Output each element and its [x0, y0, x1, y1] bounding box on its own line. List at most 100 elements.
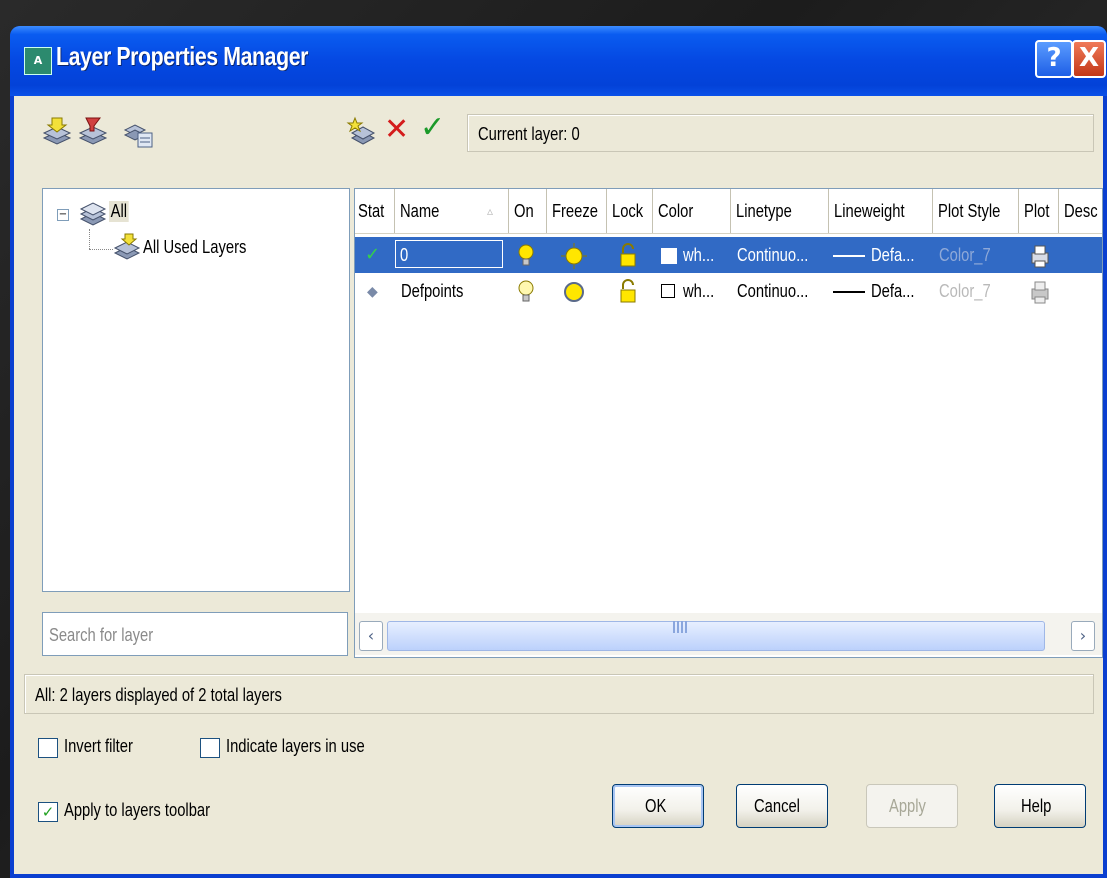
lineweight-sample: [833, 291, 865, 293]
status-bar: All: 2 layers displayed of 2 total layer…: [24, 674, 1094, 714]
plotstyle-cell: Color_7: [939, 273, 1002, 309]
status-text: All: 2 layers displayed of 2 total layer…: [35, 685, 282, 705]
filter-tree-pane[interactable]: − All All Used Layers: [42, 188, 350, 592]
current-layer-display: Current layer: 0: [467, 114, 1094, 152]
col-lock-header[interactable]: Lock: [607, 189, 653, 233]
tree-item-used-label: All Used Layers: [143, 237, 247, 257]
layer-status-icon: ◆: [367, 283, 378, 299]
lightbulb-on-icon[interactable]: [517, 279, 535, 305]
linetype-cell[interactable]: Continuo...: [737, 273, 824, 309]
printer-no-plot-icon[interactable]: [1029, 279, 1051, 305]
col-color-header[interactable]: Color: [653, 189, 731, 233]
close-button[interactable]: X: [1072, 40, 1106, 78]
help-button[interactable]: Help: [994, 784, 1086, 828]
apply-button[interactable]: Apply: [866, 784, 958, 828]
layer-name-edit[interactable]: 0: [395, 240, 503, 268]
delete-layer-icon[interactable]: ✕: [384, 112, 409, 147]
tree-connector-h: [89, 249, 113, 251]
grid-header: Stat Name ▵ On Freeze Lock Color Linetype…: [355, 189, 1102, 234]
col-freeze-header[interactable]: Freeze: [547, 189, 607, 233]
layer-states-manager-icon[interactable]: [122, 116, 156, 150]
col-plotstyle-label: Plot Style: [938, 201, 1001, 221]
color-name-cell[interactable]: wh...: [683, 273, 721, 309]
color-name-cell[interactable]: wh...: [683, 237, 721, 273]
linetype-text: Continuo...: [737, 245, 809, 265]
tree-connector: [89, 229, 91, 249]
lineweight-text: Defa...: [871, 245, 915, 265]
scroll-right-button[interactable]: ›: [1071, 621, 1095, 651]
help-title-button[interactable]: ?: [1035, 40, 1073, 78]
new-property-filter-icon[interactable]: [40, 116, 74, 150]
tree-item-all-label: All: [109, 201, 129, 222]
all-layers-icon: [79, 202, 107, 226]
col-color-label: Color: [658, 201, 694, 221]
apply-toolbar-text: Apply to layers toolbar: [64, 800, 211, 820]
color-name-text: wh...: [683, 245, 715, 265]
invert-filter-label[interactable]: Invert filter: [64, 736, 148, 757]
tree-item-all[interactable]: All: [109, 201, 133, 222]
col-status-header[interactable]: Stat: [355, 189, 395, 233]
plotstyle-cell: Color_7: [939, 237, 1002, 273]
linetype-cell[interactable]: Continuo...: [737, 237, 824, 273]
color-swatch[interactable]: [661, 248, 677, 264]
tree-item-all-used-layers[interactable]: All Used Layers: [143, 237, 269, 258]
collapse-icon[interactable]: −: [57, 209, 69, 221]
lock-unlocked-icon[interactable]: [617, 279, 639, 305]
used-layers-filter-icon: [113, 233, 141, 260]
col-name-label: Name: [400, 201, 440, 221]
col-on-label: On: [514, 201, 534, 221]
layer-row-1[interactable]: ◆ Defpoints wh... Continuo... Defa... Co…: [355, 273, 1102, 309]
help-label: Help: [1021, 796, 1052, 816]
color-name-text: wh...: [683, 281, 715, 301]
set-current-icon[interactable]: ✓: [420, 110, 445, 145]
ok-button[interactable]: OK: [612, 784, 704, 828]
col-plotstyle-header[interactable]: Plot Style: [933, 189, 1019, 233]
col-name-header[interactable]: Name ▵: [395, 189, 509, 233]
new-group-filter-icon[interactable]: [76, 116, 110, 150]
color-swatch[interactable]: [661, 284, 675, 298]
indicate-in-use-checkbox[interactable]: [200, 738, 220, 758]
lock-unlocked-icon[interactable]: [617, 243, 639, 269]
lineweight-text: Defa...: [871, 281, 915, 301]
lineweight-cell[interactable]: Defa...: [871, 237, 924, 273]
col-on-header[interactable]: On: [509, 189, 547, 233]
col-description-header[interactable]: Desc: [1059, 189, 1102, 233]
search-input[interactable]: Search for layer: [42, 612, 348, 656]
col-lineweight-header[interactable]: Lineweight: [829, 189, 933, 233]
dialog-client-area: ✕ ✓ Current layer: 0 − All All Used Laye…: [14, 96, 1103, 874]
invert-filter-text: Invert filter: [64, 736, 133, 756]
col-plot-label: Plot: [1024, 201, 1050, 221]
apply-toolbar-checkbox[interactable]: ✓: [38, 802, 58, 822]
horizontal-scrollbar[interactable]: ‹ ›: [355, 613, 1102, 655]
printer-plot-icon[interactable]: [1029, 243, 1051, 269]
title-bar[interactable]: A Layer Properties Manager ? X: [10, 26, 1107, 96]
indicate-in-use-label[interactable]: Indicate layers in use: [226, 736, 395, 757]
apply-toolbar-label[interactable]: Apply to layers toolbar: [64, 800, 242, 821]
new-layer-icon[interactable]: [346, 116, 380, 150]
layer-row-0[interactable]: ✓ 0 wh... Continuo... Defa... Color_7: [355, 237, 1102, 273]
layer-properties-dialog: A Layer Properties Manager ? X ✕ ✓ Curre…: [10, 26, 1107, 878]
window-title: Layer Properties Manager: [56, 41, 309, 71]
cancel-button[interactable]: Cancel: [736, 784, 828, 828]
sun-thawed-icon[interactable]: [561, 243, 587, 269]
current-layer-text: Current layer: 0: [478, 124, 580, 144]
scroll-left-button[interactable]: ‹: [359, 621, 383, 651]
apply-label: Apply: [889, 796, 927, 816]
sun-thawed-icon[interactable]: [561, 279, 587, 305]
scroll-grip-icon: [673, 621, 687, 633]
layer-name-cell[interactable]: Defpoints: [401, 273, 477, 309]
col-lineweight-label: Lineweight: [834, 201, 905, 221]
cancel-label: Cancel: [753, 796, 800, 816]
linetype-text: Continuo...: [737, 281, 809, 301]
layer-list-grid[interactable]: Stat Name ▵ On Freeze Lock Color Linetype…: [354, 188, 1103, 658]
invert-filter-checkbox[interactable]: [38, 738, 58, 758]
col-linetype-header[interactable]: Linetype: [731, 189, 829, 233]
col-description-label: Desc: [1064, 201, 1098, 221]
scroll-thumb[interactable]: [387, 621, 1045, 651]
layer-name-text: Defpoints: [401, 281, 464, 301]
col-plot-header[interactable]: Plot: [1019, 189, 1059, 233]
lightbulb-on-icon[interactable]: [517, 243, 535, 269]
col-lock-label: Lock: [612, 201, 644, 221]
lineweight-cell[interactable]: Defa...: [871, 273, 924, 309]
ok-label: OK: [644, 796, 667, 816]
